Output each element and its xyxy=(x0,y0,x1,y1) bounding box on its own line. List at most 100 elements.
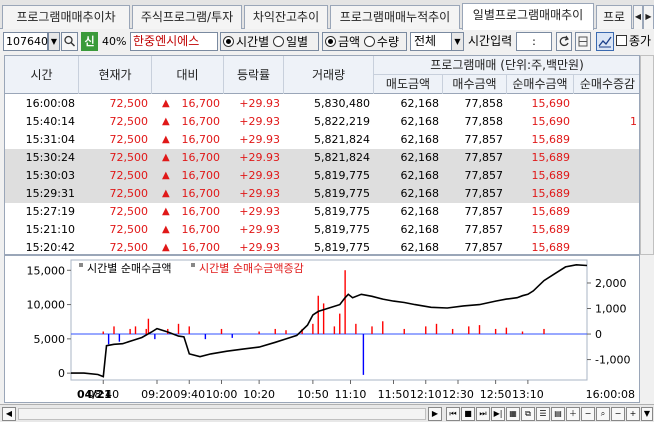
chevron-down-icon[interactable]: ▼ xyxy=(48,32,60,51)
radio-daily[interactable]: 일별 xyxy=(272,35,308,49)
cell-value: 77,857 xyxy=(464,205,504,218)
cell-value: 72,500 xyxy=(109,97,149,110)
cell-buy: 77,857 xyxy=(443,239,507,254)
unit-radio-group: 금액 수량 xyxy=(322,32,407,51)
period-radio-group: 시간별 일별 xyxy=(220,32,319,51)
x-tick-label: 12:10 xyxy=(410,388,442,401)
legend-net: 시간별 순매수금액 xyxy=(87,262,171,275)
cell-price: 72,500 xyxy=(79,113,152,131)
credit-badge: 신 xyxy=(81,32,98,51)
table-row[interactable]: 15:31:04 72,500 ▲ 16,700 +29.93 5,821,824 62,1… xyxy=(5,131,639,149)
tab-arbitrage-balance[interactable]: 차익잔고추이 xyxy=(244,5,328,29)
magnifier-icon[interactable]: ⌕ xyxy=(596,407,610,421)
cell-change: ▲ 16,700 xyxy=(152,131,224,149)
cell-delta xyxy=(574,203,639,221)
table-row[interactable]: 15:27:19 72,500 ▲ 16,700 +29.93 5,819,775 62,1… xyxy=(5,203,639,221)
cell-volume: 5,819,775 xyxy=(284,239,374,254)
table-row[interactable]: 16:00:08 72,500 ▲ 16,700 +29.93 5,830,480 62,1… xyxy=(5,95,639,113)
copy-icon[interactable]: ⧉ xyxy=(521,407,535,421)
cell-value: 15:31:04 xyxy=(25,133,75,146)
refresh-button[interactable] xyxy=(556,32,572,51)
x-tick-label: 12:50 xyxy=(480,388,512,401)
rewind-icon[interactable]: ⏮ xyxy=(446,407,460,421)
up-triangle-icon: ▲ xyxy=(162,242,170,253)
tab-daily-program-trend[interactable]: 일별프로그램매매추이 xyxy=(462,3,594,30)
list-icon[interactable]: ☰ xyxy=(536,407,550,421)
settings-button[interactable] xyxy=(575,32,591,51)
table-icon[interactable]: ▦ xyxy=(506,407,520,421)
cell-delta xyxy=(574,167,639,185)
cell-value: 77,857 xyxy=(464,223,504,236)
cell-value: 77,857 xyxy=(464,169,504,182)
filter-select[interactable]: 전체 ▼ xyxy=(410,32,464,51)
left-tick-label: 15,000 xyxy=(27,264,66,277)
end-icon[interactable]: ▶| xyxy=(491,407,505,421)
table-row[interactable]: 15:30:24 72,500 ▲ 16,700 +29.93 5,821,824 62,1… xyxy=(5,149,639,167)
cell-value: +29.93 xyxy=(239,241,280,254)
more-icon[interactable]: ▼ xyxy=(641,407,653,421)
up-triangle-icon: ▲ xyxy=(162,188,170,199)
tab-overflow[interactable]: 프로 xyxy=(596,5,632,29)
minus-icon[interactable]: − xyxy=(611,407,625,421)
table-row[interactable]: 15:21:10 72,500 ▲ 16,700 +29.93 5,819,775 62,1… xyxy=(5,221,639,239)
time-input[interactable]: : xyxy=(516,32,552,51)
cell-value: 72,500 xyxy=(109,223,149,236)
cell-value: 5,819,775 xyxy=(314,241,370,254)
x-tick-label: 10:50 xyxy=(297,388,329,401)
cell-buy: 77,857 xyxy=(443,131,507,149)
up-triangle-icon: ▲ xyxy=(162,134,170,145)
cell-value: 15,689 xyxy=(531,187,571,200)
cell-rate: +29.93 xyxy=(224,185,284,203)
cell-value: 15:40:14 xyxy=(25,115,75,128)
cell-value: 62,168 xyxy=(400,151,440,164)
table-row[interactable]: 15:40:14 72,500 ▲ 16,700 +29.93 5,822,219 62,1… xyxy=(5,113,639,131)
cell-volume: 5,819,775 xyxy=(284,203,374,221)
cell-delta xyxy=(574,131,639,149)
radio-hourly[interactable]: 시간별 xyxy=(223,35,269,49)
table-scrollbar[interactable] xyxy=(640,55,654,255)
cell-value: 5,819,775 xyxy=(314,205,370,218)
grid-icon xyxy=(578,36,588,47)
grid-view-icon[interactable]: ▤ xyxy=(551,407,565,421)
zoom-out-icon[interactable]: − xyxy=(581,407,595,421)
accumulate-checkbox[interactable]: 종가 xyxy=(616,32,654,51)
tab-stock-program-investor[interactable]: 주식프로그램/투자 xyxy=(132,5,242,29)
radio-amount[interactable]: 금액 xyxy=(325,35,360,49)
cell-value: 15:27:19 xyxy=(25,205,75,218)
tab-program-cumulative[interactable]: 프로그램매매누적추이 xyxy=(330,5,460,29)
cell-value: 15,690 xyxy=(531,97,571,110)
stop-icon[interactable]: ■ xyxy=(461,407,475,421)
x-tick-label: 09:40 xyxy=(173,388,205,401)
plus-icon[interactable]: + xyxy=(626,407,640,421)
cell-value: 5,819,775 xyxy=(314,169,370,182)
table-row[interactable]: 15:29:31 72,500 ▲ 16,700 +29.93 5,819,775 62,1… xyxy=(5,185,639,203)
scroll-left-icon[interactable]: ◀ xyxy=(2,407,16,421)
scroll-right-icon[interactable]: ▶ xyxy=(428,407,442,421)
radio-quantity[interactable]: 수량 xyxy=(363,35,399,49)
search-button[interactable] xyxy=(61,32,78,51)
tab-scroll-left-icon[interactable]: ◀ xyxy=(633,5,643,29)
tab-scroll-right-icon[interactable]: ▶ xyxy=(643,5,654,29)
x-tick-label: 12:30 xyxy=(442,388,474,401)
cell-delta xyxy=(574,95,639,113)
tab-strip: 프로그램매매추이차 주식프로그램/투자 차익잔고추이 프로그램매매누적추이 일별… xyxy=(0,0,654,30)
cell-buy: 77,857 xyxy=(443,203,507,221)
cell-change: ▲ 16,700 xyxy=(152,113,224,131)
table-row[interactable]: 15:20:42 72,500 ▲ 16,700 +29.93 5,819,775 62,1… xyxy=(5,239,639,254)
cell-delta xyxy=(574,221,639,239)
header-sell-amount: 매도금액 xyxy=(374,75,443,94)
tab-program-trend-chart[interactable]: 프로그램매매추이차 xyxy=(2,5,130,29)
right-tick-label: -1,000 xyxy=(595,354,630,367)
fast-forward-icon[interactable]: ⏭ xyxy=(476,407,490,421)
chart-scrollbar[interactable] xyxy=(18,408,426,420)
zoom-in-icon[interactable]: ＋ xyxy=(566,407,580,421)
chart-toggle-button[interactable] xyxy=(596,32,614,51)
cell-net: 15,689 xyxy=(507,167,574,185)
cell-value: 16,700 xyxy=(181,151,221,164)
cell-change: ▲ 16,700 xyxy=(152,95,224,113)
cell-sell: 62,168 xyxy=(374,113,443,131)
cell-change: ▲ 16,700 xyxy=(152,167,224,185)
time-input-label: 시간입력 xyxy=(468,34,513,48)
table-row[interactable]: 15:30:03 72,500 ▲ 16,700 +29.93 5,819,775 62,1… xyxy=(5,167,639,185)
stock-code-input[interactable]: 107640 xyxy=(3,32,48,51)
